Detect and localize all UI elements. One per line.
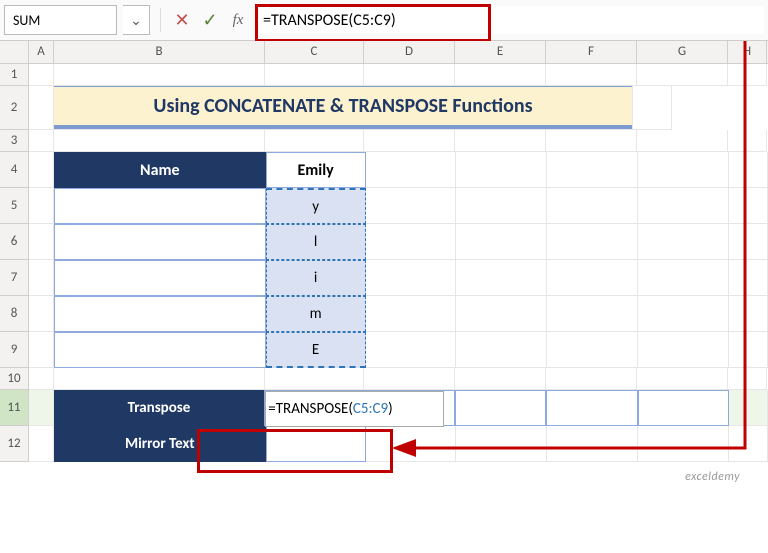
table-row[interactable] [54, 224, 266, 260]
title-cell: Using CONCATENATE & TRANSPOSE Functions [54, 86, 633, 130]
row-8: 8 m [0, 296, 768, 332]
formula-bar[interactable]: =TRANSPOSE(C5:C9) [255, 6, 764, 34]
row-6: 6 l [0, 224, 768, 260]
row-2: 2 Using CONCATENATE & TRANSPOSE Function… [0, 86, 768, 130]
table-row[interactable] [54, 332, 266, 368]
col-header-C[interactable]: C [265, 41, 364, 63]
cell-c8[interactable]: m [266, 296, 366, 332]
row-3: 3 [0, 130, 768, 152]
row-12: 12 Mirror Text [0, 426, 768, 462]
row-10: 10 [0, 368, 768, 390]
chevron-down-icon[interactable]: ⌄ [123, 5, 150, 35]
page-title: Using CONCATENATE & TRANSPOSE Functions [54, 86, 632, 129]
col-header-B[interactable]: B [54, 41, 265, 63]
row-1: 1 [0, 64, 768, 86]
row-7: 7 i [0, 260, 768, 296]
table-row[interactable] [54, 188, 266, 224]
row-header-2[interactable]: 2 [0, 86, 29, 130]
enter-icon[interactable]: ✓ [199, 9, 221, 31]
row-header-1[interactable]: 1 [0, 64, 29, 86]
table-header-value: Emily [266, 152, 366, 188]
formula-bar-text: =TRANSPOSE(C5:C9) [263, 11, 396, 30]
row-header-11[interactable]: 11 [0, 390, 29, 426]
transpose-label: Transpose [54, 390, 265, 426]
row-header-6[interactable]: 6 [0, 224, 29, 260]
row-header-10[interactable]: 10 [0, 368, 29, 390]
name-box[interactable]: SUM [4, 5, 117, 35]
row-5: 5 y [0, 188, 768, 224]
cell-formula-editing: =TRANSPOSE(C5:C9) [265, 391, 444, 427]
separator [160, 8, 161, 32]
row-9: 9 E [0, 332, 768, 368]
table-header-name: Name [54, 152, 266, 188]
row-header-9[interactable]: 9 [0, 332, 29, 368]
row-11: 11 Transpose =TRANSPOSE(C5:C9) [0, 390, 768, 426]
cell-c6[interactable]: l [266, 224, 366, 260]
cell-c5[interactable]: y [266, 188, 366, 224]
formula-bar-row: SUM ⌄ ✕ ✓ fx =TRANSPOSE(C5:C9) [0, 0, 768, 41]
worksheet: A B C D E F G H 1 2 Using CONCATENATE & … [0, 41, 768, 462]
mirror-label: Mirror Text [54, 426, 266, 462]
cell-c9[interactable]: E [266, 332, 366, 368]
table-row[interactable] [54, 260, 266, 296]
row-header-12[interactable]: 12 [0, 426, 29, 462]
table-row[interactable] [54, 296, 266, 332]
fx-icon[interactable]: fx [227, 9, 249, 31]
col-header-G[interactable]: G [637, 41, 728, 63]
row-4: 4 Name Emily [0, 152, 768, 188]
row-header-7[interactable]: 7 [0, 260, 29, 296]
cell-c11[interactable]: =TRANSPOSE(C5:C9) [264, 390, 363, 426]
col-header-H[interactable]: H [728, 41, 767, 63]
cell-c7[interactable]: i [266, 260, 366, 296]
row-header-3[interactable]: 3 [0, 130, 29, 152]
row-header-4[interactable]: 4 [0, 152, 29, 188]
col-header-A[interactable]: A [29, 41, 54, 63]
transpose-label-text: Transpose [128, 399, 191, 417]
select-all-corner[interactable] [0, 41, 29, 63]
row-header-8[interactable]: 8 [0, 296, 29, 332]
col-header-D[interactable]: D [364, 41, 455, 63]
col-header-E[interactable]: E [455, 41, 546, 63]
watermark: exceldemy [685, 470, 740, 484]
col-header-F[interactable]: F [546, 41, 637, 63]
cancel-icon[interactable]: ✕ [171, 9, 193, 31]
row-header-5[interactable]: 5 [0, 188, 29, 224]
column-headers: A B C D E F G H [0, 41, 768, 64]
